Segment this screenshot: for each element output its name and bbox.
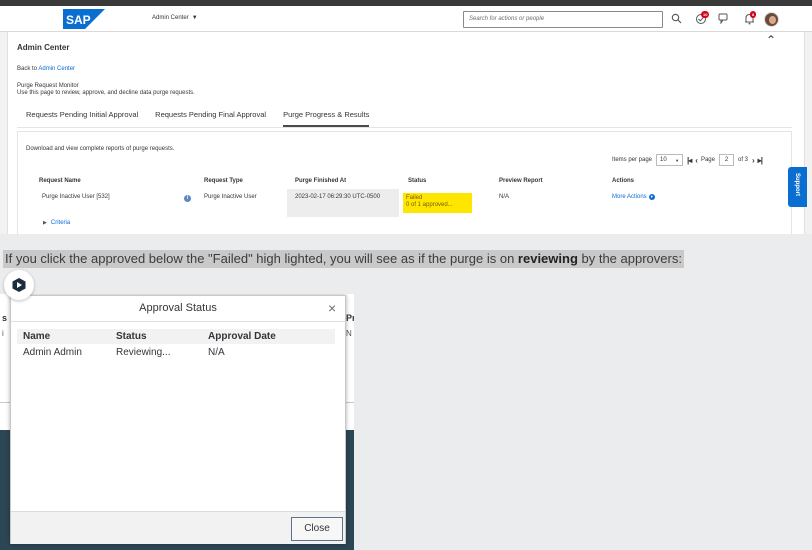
items-per-page-value: 10 xyxy=(660,157,667,163)
approval-status-dialog: Approval Status × Name Status Approval D… xyxy=(10,295,346,544)
dialog-footer: Close xyxy=(11,511,345,544)
download-description: Download and view complete reports of pu… xyxy=(26,146,175,152)
purge-finished-cell: 2023-02-17 06:29:30 UTC-0500 xyxy=(295,194,381,200)
shell-bar: SAP Admin Center ▼ Search for actions or… xyxy=(0,6,812,32)
more-actions-label: More Actions xyxy=(612,194,647,200)
info-icon[interactable]: i xyxy=(184,195,191,202)
column-header-status: Status xyxy=(116,331,147,342)
dialog-table-header xyxy=(17,329,335,344)
purge-monitor-screenshot: SAP Admin Center ▼ Search for actions or… xyxy=(0,0,812,234)
support-label: Support xyxy=(794,173,800,196)
caret-down-icon: ▼ xyxy=(191,15,198,21)
last-page-icon[interactable]: ▸| xyxy=(758,156,763,165)
next-page-icon[interactable]: › xyxy=(752,156,755,165)
dialog-title: Approval Status xyxy=(139,302,217,314)
background-cell-fragment: i xyxy=(2,329,4,338)
user-avatar[interactable] xyxy=(764,12,779,27)
column-header-request-name: Request Name xyxy=(39,178,81,184)
admin-center-menu[interactable]: Admin Center ▼ xyxy=(152,15,198,21)
first-page-icon[interactable]: |◂ xyxy=(687,156,692,165)
tab-pending-initial[interactable]: Requests Pending Initial Approval xyxy=(26,110,138,127)
request-type-cell: Purge Inactive User xyxy=(204,194,257,200)
page-of-label: of 3 xyxy=(737,157,748,163)
tab-bar: Requests Pending Initial Approval Reques… xyxy=(26,110,370,127)
search-input[interactable]: Search for actions or people xyxy=(463,11,663,28)
approval-status-screenshot: s i Pr N Approval Status × Name Status A… xyxy=(0,294,354,550)
approval-date-cell: N/A xyxy=(208,347,225,358)
dialog-header-divider xyxy=(11,321,345,322)
admin-center-link[interactable]: Admin Center xyxy=(38,66,75,72)
previous-page-icon[interactable]: ‹ xyxy=(695,156,698,165)
bottom-border xyxy=(0,545,354,550)
chevron-down-icon: ▼ xyxy=(648,194,655,200)
page-number-input[interactable]: 2 xyxy=(718,154,734,166)
caption-bold: reviewing xyxy=(517,251,578,266)
chevron-down-icon: ▼ xyxy=(675,157,680,163)
support-button[interactable]: Support xyxy=(788,167,807,207)
pagination: Items per page 10 ▼ |◂ ‹ Page 2 of 3 › ▸… xyxy=(612,154,763,166)
avatar-face xyxy=(769,16,776,24)
tabs-divider xyxy=(17,127,792,128)
search-icon[interactable] xyxy=(671,13,682,24)
column-header-preview-report: Preview Report xyxy=(499,178,543,184)
monitor-title: Purge Request Monitor xyxy=(17,83,79,89)
request-name-cell: Purge Inactive User [532] xyxy=(42,194,110,200)
close-button[interactable]: Close xyxy=(291,517,343,541)
background-cell-fragment-right: N xyxy=(346,329,352,338)
background-header-fragment-right: Pr xyxy=(346,313,354,323)
approver-name-cell: Admin Admin xyxy=(23,347,82,358)
admin-center-page: Admin Center ⌃ Back to Admin Center Purg… xyxy=(7,32,805,234)
criteria-label: Criteria xyxy=(50,220,71,226)
sap-logo[interactable]: SAP xyxy=(63,9,105,29)
expand-triangle-icon: ▶ xyxy=(43,220,47,226)
column-header-approval-date: Approval Date xyxy=(208,331,276,342)
assistant-icon[interactable] xyxy=(4,270,34,300)
column-header-status: Status xyxy=(408,178,427,184)
caption-post: by the approvers: xyxy=(577,251,682,266)
column-header-purge-finished: Purge Finished At xyxy=(295,178,347,184)
back-prefix: Back to xyxy=(17,66,38,72)
approvals-badge: 10 xyxy=(701,11,710,18)
items-per-page-label: Items per page xyxy=(612,157,653,163)
tab-pending-final[interactable]: Requests Pending Final Approval xyxy=(155,110,266,127)
caption-pre: If you click the approved below the "Fai… xyxy=(5,251,518,266)
more-actions-menu[interactable]: More Actions ▼ xyxy=(612,194,655,200)
criteria-expander[interactable]: ▶ Criteria xyxy=(43,220,70,226)
approver-status-cell: Reviewing... xyxy=(116,347,171,358)
chevron-up-icon[interactable]: ⌃ xyxy=(766,33,776,47)
column-header-request-type: Request Type xyxy=(204,178,243,184)
close-icon[interactable]: × xyxy=(328,301,336,315)
notifications-badge: 8 xyxy=(750,11,757,18)
preview-report-cell: N/A xyxy=(499,194,510,200)
items-per-page-select[interactable]: 10 ▼ xyxy=(656,154,684,166)
chat-icon[interactable] xyxy=(718,13,730,24)
tab-purge-progress[interactable]: Purge Progress & Results xyxy=(283,110,370,127)
page-label: Page xyxy=(700,157,715,163)
column-header-name: Name xyxy=(23,331,51,342)
svg-text:SAP: SAP xyxy=(66,13,91,27)
admin-center-menu-label: Admin Center xyxy=(152,15,189,21)
back-to-admin-center: Back to Admin Center xyxy=(17,66,75,72)
approved-count-link[interactable]: 0 of 1 approved... xyxy=(406,202,469,209)
results-panel: Download and view complete reports of pu… xyxy=(17,131,792,234)
column-header-actions: Actions xyxy=(612,178,635,184)
background-header-fragment: s xyxy=(2,313,8,323)
monitor-description: Use this page to review, approve, and de… xyxy=(17,90,195,96)
page-title: Admin Center xyxy=(17,43,70,52)
caption-text: If you click the approved below the "Fai… xyxy=(3,250,684,268)
status-failed: Failed xyxy=(406,195,423,201)
status-highlight: Failed 0 of 1 approved... xyxy=(403,193,472,213)
